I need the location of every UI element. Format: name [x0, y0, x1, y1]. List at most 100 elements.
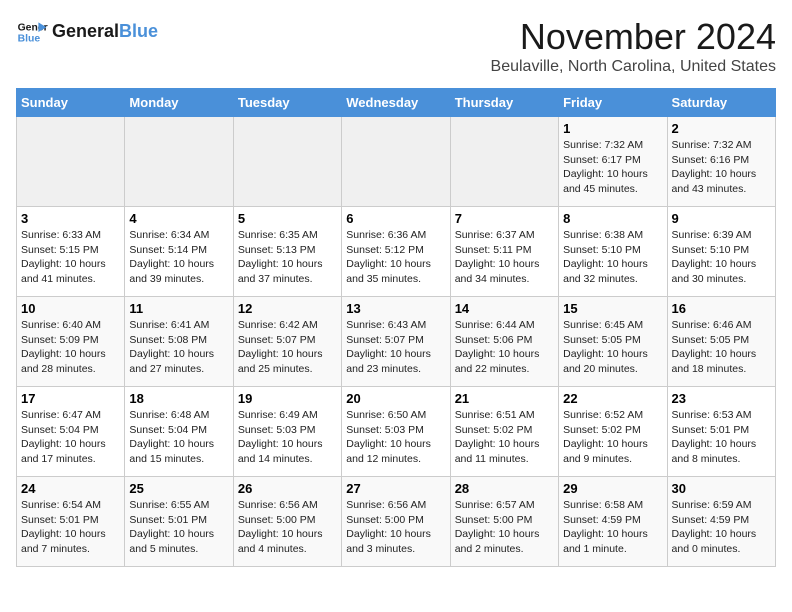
calendar-cell: [450, 117, 558, 207]
day-number: 3: [21, 211, 120, 226]
calendar-cell: 29Sunrise: 6:58 AM Sunset: 4:59 PM Dayli…: [559, 477, 667, 567]
calendar-cell: 16 Sunrise: 6:46 AM Sunset: 5:05 PM Dayli…: [667, 297, 775, 387]
day-info: Sunrise: 6:37 AM Sunset: 5:11 PM Dayligh…: [455, 228, 554, 287]
day-number: 30: [672, 481, 771, 496]
day-info: Sunrise: 6:46 AM Sunset: 5:05 PM Dayligh…: [672, 318, 771, 377]
day-number: 23: [672, 391, 771, 406]
day-number: 16: [672, 301, 771, 316]
calendar-cell: 10 Sunrise: 6:40 AM Sunset: 5:09 PM Dayli…: [17, 297, 125, 387]
day-number: 14: [455, 301, 554, 316]
calendar-cell: 6Sunrise: 6:36 AM Sunset: 5:12 PM Daylig…: [342, 207, 450, 297]
calendar-cell: 21Sunrise: 6:51 AM Sunset: 5:02 PM Dayli…: [450, 387, 558, 477]
col-header-tuesday: Tuesday: [233, 89, 341, 117]
day-number: 10: [21, 301, 120, 316]
calendar-cell: [233, 117, 341, 207]
day-info: Sunrise: 6:43 AM Sunset: 5:07 PM Dayligh…: [346, 318, 445, 377]
day-info: Sunrise: 6:50 AM Sunset: 5:03 PM Dayligh…: [346, 408, 445, 467]
title-area: November 2024 Beulaville, North Carolina…: [491, 16, 776, 76]
location-title: Beulaville, North Carolina, United State…: [491, 58, 776, 76]
day-info: Sunrise: 6:47 AM Sunset: 5:04 PM Dayligh…: [21, 408, 120, 467]
calendar-cell: 28 Sunrise: 6:57 AM Sunset: 5:00 PM Dayli…: [450, 477, 558, 567]
day-info: Sunrise: 6:56 AM Sunset: 5:00 PM Dayligh…: [238, 498, 337, 557]
calendar-week-5: 24 Sunrise: 6:54 AM Sunset: 5:01 PM Dayli…: [17, 477, 776, 567]
day-info: Sunrise: 6:55 AM Sunset: 5:01 PM Dayligh…: [129, 498, 228, 557]
col-header-thursday: Thursday: [450, 89, 558, 117]
day-info: Sunrise: 6:44 AM Sunset: 5:06 PM Dayligh…: [455, 318, 554, 377]
day-number: 9: [672, 211, 771, 226]
day-info: Sunrise: 6:59 AM Sunset: 4:59 PM Dayligh…: [672, 498, 771, 557]
day-info: Sunrise: 6:42 AM Sunset: 5:07 PM Dayligh…: [238, 318, 337, 377]
col-header-friday: Friday: [559, 89, 667, 117]
day-number: 12: [238, 301, 337, 316]
calendar-cell: 20 Sunrise: 6:50 AM Sunset: 5:03 PM Dayli…: [342, 387, 450, 477]
calendar-week-1: 1 Sunrise: 7:32 AM Sunset: 6:17 PM Daylig…: [17, 117, 776, 207]
calendar-table: SundayMondayTuesdayWednesdayThursdayFrid…: [16, 88, 776, 567]
day-number: 17: [21, 391, 120, 406]
calendar-cell: 3 Sunrise: 6:33 AM Sunset: 5:15 PM Daylig…: [17, 207, 125, 297]
calendar-cell: 30 Sunrise: 6:59 AM Sunset: 4:59 PM Dayli…: [667, 477, 775, 567]
day-number: 25: [129, 481, 228, 496]
day-info: Sunrise: 6:49 AM Sunset: 5:03 PM Dayligh…: [238, 408, 337, 467]
calendar-cell: 13Sunrise: 6:43 AM Sunset: 5:07 PM Dayli…: [342, 297, 450, 387]
day-info: Sunrise: 6:45 AM Sunset: 5:05 PM Dayligh…: [563, 318, 662, 377]
day-number: 7: [455, 211, 554, 226]
col-header-monday: Monday: [125, 89, 233, 117]
day-number: 1: [563, 121, 662, 136]
day-number: 18: [129, 391, 228, 406]
calendar-cell: 22 Sunrise: 6:52 AM Sunset: 5:02 PM Dayli…: [559, 387, 667, 477]
day-number: 22: [563, 391, 662, 406]
day-info: Sunrise: 7:32 AM Sunset: 6:16 PM Dayligh…: [672, 138, 771, 197]
calendar-cell: 15 Sunrise: 6:45 AM Sunset: 5:05 PM Dayli…: [559, 297, 667, 387]
day-info: Sunrise: 6:35 AM Sunset: 5:13 PM Dayligh…: [238, 228, 337, 287]
month-title: November 2024: [491, 16, 776, 58]
calendar-cell: 4 Sunrise: 6:34 AM Sunset: 5:14 PM Daylig…: [125, 207, 233, 297]
day-number: 21: [455, 391, 554, 406]
calendar-cell: 7 Sunrise: 6:37 AM Sunset: 5:11 PM Daylig…: [450, 207, 558, 297]
day-info: Sunrise: 6:53 AM Sunset: 5:01 PM Dayligh…: [672, 408, 771, 467]
day-info: Sunrise: 6:57 AM Sunset: 5:00 PM Dayligh…: [455, 498, 554, 557]
day-number: 6: [346, 211, 445, 226]
calendar-cell: 19Sunrise: 6:49 AM Sunset: 5:03 PM Dayli…: [233, 387, 341, 477]
calendar-cell: 18 Sunrise: 6:48 AM Sunset: 5:04 PM Dayli…: [125, 387, 233, 477]
day-number: 11: [129, 301, 228, 316]
day-number: 5: [238, 211, 337, 226]
day-number: 26: [238, 481, 337, 496]
day-info: Sunrise: 6:58 AM Sunset: 4:59 PM Dayligh…: [563, 498, 662, 557]
calendar-cell: [342, 117, 450, 207]
header: General Blue GeneralBlue November 2024 B…: [16, 16, 776, 76]
day-info: Sunrise: 6:54 AM Sunset: 5:01 PM Dayligh…: [21, 498, 120, 557]
day-info: Sunrise: 6:52 AM Sunset: 5:02 PM Dayligh…: [563, 408, 662, 467]
calendar-cell: 23 Sunrise: 6:53 AM Sunset: 5:01 PM Dayli…: [667, 387, 775, 477]
calendar-cell: 9 Sunrise: 6:39 AM Sunset: 5:10 PM Daylig…: [667, 207, 775, 297]
col-header-wednesday: Wednesday: [342, 89, 450, 117]
calendar-header-row: SundayMondayTuesdayWednesdayThursdayFrid…: [17, 89, 776, 117]
calendar-week-3: 10 Sunrise: 6:40 AM Sunset: 5:09 PM Dayli…: [17, 297, 776, 387]
day-info: Sunrise: 6:41 AM Sunset: 5:08 PM Dayligh…: [129, 318, 228, 377]
day-info: Sunrise: 7:32 AM Sunset: 6:17 PM Dayligh…: [563, 138, 662, 197]
logo-line1: GeneralBlue: [52, 22, 158, 42]
day-info: Sunrise: 6:48 AM Sunset: 5:04 PM Dayligh…: [129, 408, 228, 467]
calendar-cell: 17 Sunrise: 6:47 AM Sunset: 5:04 PM Dayli…: [17, 387, 125, 477]
calendar-cell: [17, 117, 125, 207]
day-info: Sunrise: 6:39 AM Sunset: 5:10 PM Dayligh…: [672, 228, 771, 287]
day-number: 20: [346, 391, 445, 406]
logo-icon: General Blue: [16, 16, 48, 48]
calendar-cell: 25 Sunrise: 6:55 AM Sunset: 5:01 PM Dayli…: [125, 477, 233, 567]
day-number: 8: [563, 211, 662, 226]
day-number: 4: [129, 211, 228, 226]
calendar-cell: 27Sunrise: 6:56 AM Sunset: 5:00 PM Dayli…: [342, 477, 450, 567]
day-number: 15: [563, 301, 662, 316]
calendar-cell: 2 Sunrise: 7:32 AM Sunset: 6:16 PM Daylig…: [667, 117, 775, 207]
logo-line2: Blue: [119, 21, 158, 41]
svg-text:Blue: Blue: [18, 34, 41, 45]
day-number: 27: [346, 481, 445, 496]
day-number: 2: [672, 121, 771, 136]
calendar-cell: 24 Sunrise: 6:54 AM Sunset: 5:01 PM Dayli…: [17, 477, 125, 567]
day-info: Sunrise: 6:34 AM Sunset: 5:14 PM Dayligh…: [129, 228, 228, 287]
day-info: Sunrise: 6:40 AM Sunset: 5:09 PM Dayligh…: [21, 318, 120, 377]
calendar-cell: 1 Sunrise: 7:32 AM Sunset: 6:17 PM Daylig…: [559, 117, 667, 207]
day-number: 28: [455, 481, 554, 496]
day-number: 24: [21, 481, 120, 496]
col-header-saturday: Saturday: [667, 89, 775, 117]
day-info: Sunrise: 6:33 AM Sunset: 5:15 PM Dayligh…: [21, 228, 120, 287]
